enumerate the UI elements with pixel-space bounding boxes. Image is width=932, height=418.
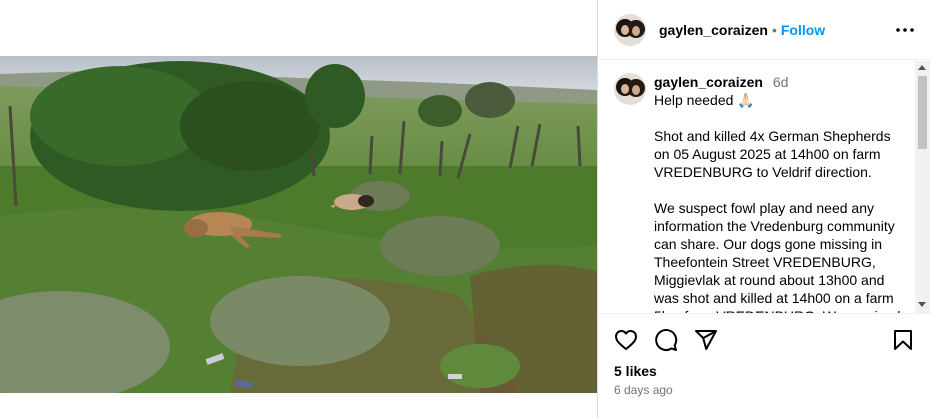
more-horizontal-icon[interactable] xyxy=(893,18,917,42)
share-icon[interactable] xyxy=(694,328,718,352)
comments-area[interactable]: gaylen_coraizen 6d Help needed 🙏🏻 Shot a… xyxy=(598,61,932,313)
comment-icon[interactable] xyxy=(654,328,678,352)
post-photo[interactable] xyxy=(0,56,597,393)
media-area xyxy=(0,0,597,418)
avatar[interactable] xyxy=(614,73,646,105)
caption-username[interactable]: gaylen_coraizen xyxy=(654,74,763,90)
action-icons xyxy=(614,328,718,352)
caption-time[interactable]: 6d xyxy=(773,74,789,90)
separator-dot: • xyxy=(771,21,777,38)
post-header: gaylen_coraizen • Follow xyxy=(598,0,932,60)
post-side-panel: gaylen_coraizen • Follow gaylen_coraizen… xyxy=(597,0,932,418)
post-actions: 5 likes 6 days ago xyxy=(598,313,932,418)
scrollbar[interactable] xyxy=(915,61,930,313)
caption-text: Help needed 🙏🏻 Shot and killed 4x German… xyxy=(654,92,900,313)
scroll-up-arrow-icon[interactable] xyxy=(918,65,926,70)
scroll-down-arrow-icon[interactable] xyxy=(918,302,926,307)
follow-button[interactable]: Follow xyxy=(781,22,825,38)
avatar[interactable] xyxy=(614,13,646,46)
bookmark-icon[interactable] xyxy=(891,328,915,352)
likes-count[interactable]: 5 likes xyxy=(614,363,657,379)
caption-body: gaylen_coraizen 6d Help needed 🙏🏻 Shot a… xyxy=(654,73,910,313)
caption: gaylen_coraizen 6d Help needed 🙏🏻 Shot a… xyxy=(614,73,910,313)
scrollbar-thumb[interactable] xyxy=(918,76,927,149)
caption-header: gaylen_coraizen 6d xyxy=(654,73,910,91)
heart-icon[interactable] xyxy=(614,328,638,352)
post-timestamp[interactable]: 6 days ago xyxy=(614,383,673,397)
author-username[interactable]: gaylen_coraizen xyxy=(659,22,768,38)
